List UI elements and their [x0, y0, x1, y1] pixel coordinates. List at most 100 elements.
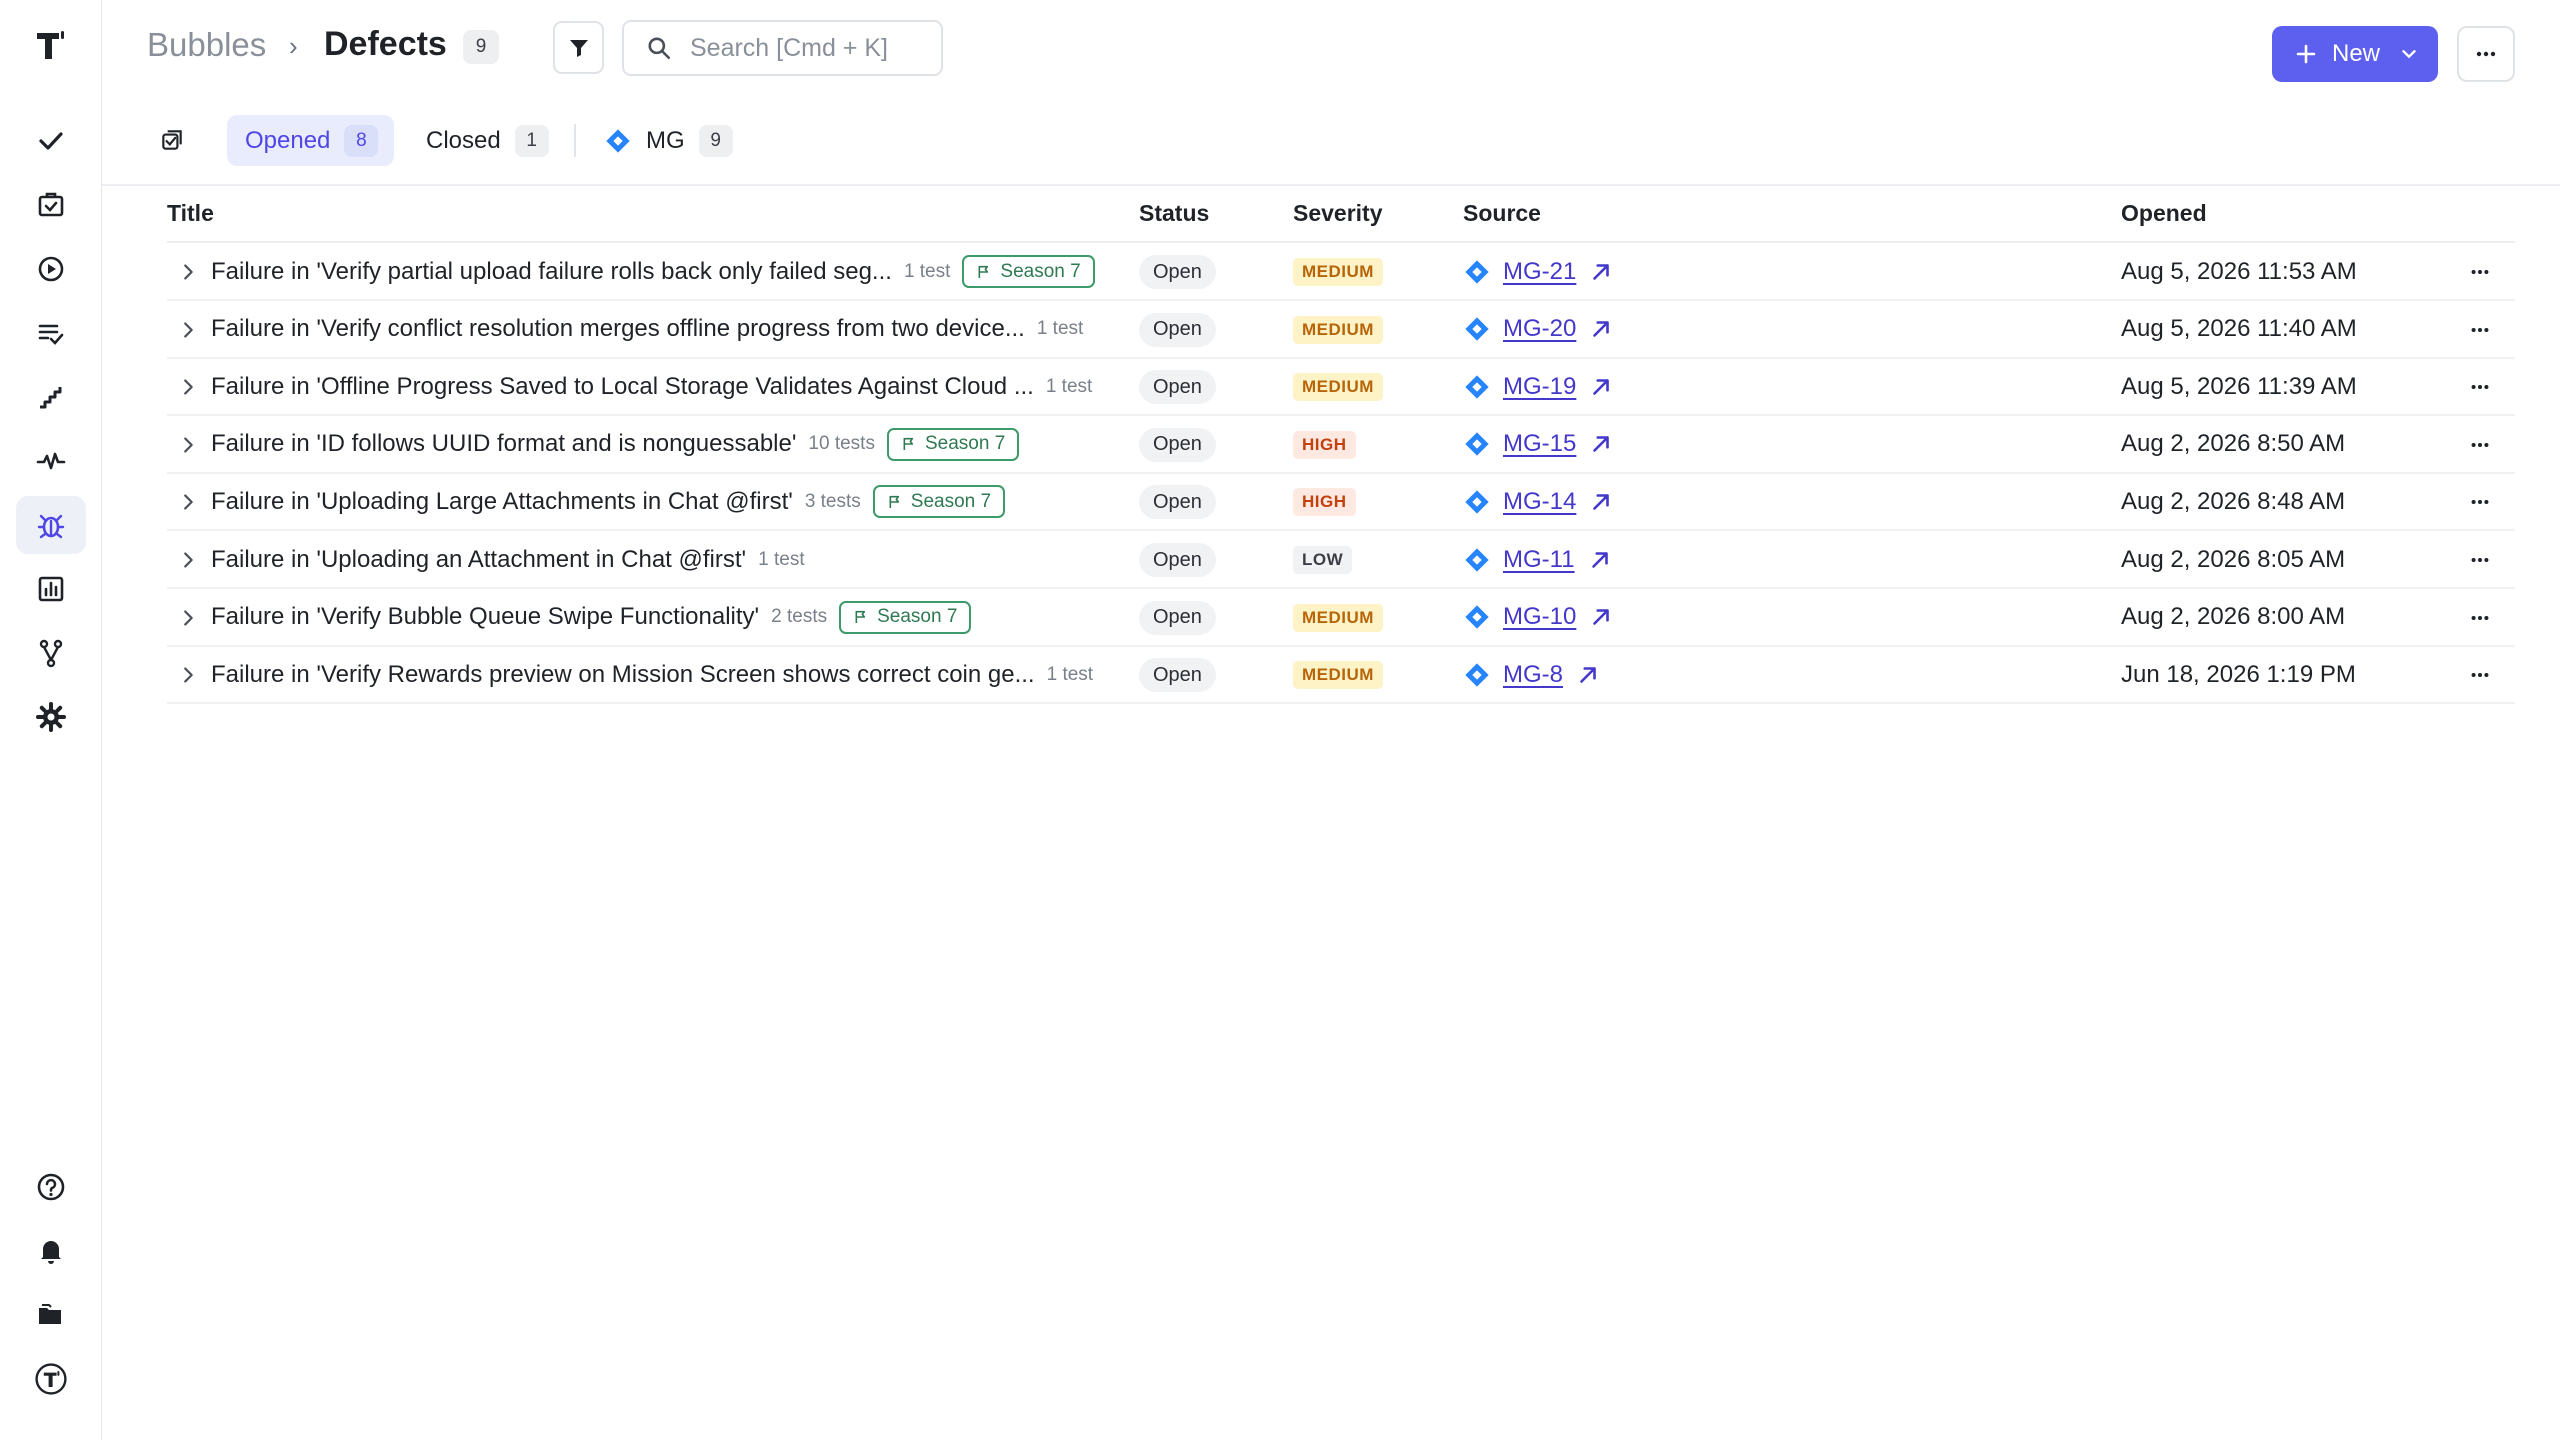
more-options-button[interactable]: [2457, 26, 2515, 82]
chevron-right-icon[interactable]: [177, 491, 199, 513]
source-issue-link[interactable]: MG-20: [1503, 315, 1576, 343]
sidebar-item-projects[interactable]: [16, 1286, 86, 1344]
defect-title[interactable]: Failure in 'Uploading an Attachment in C…: [211, 546, 746, 574]
test-count: 1 test: [1036, 318, 1084, 340]
column-header-source[interactable]: Source: [1463, 200, 1541, 227]
search-input[interactable]: [690, 33, 910, 63]
row-actions-button[interactable]: [2457, 659, 2503, 691]
external-link-arrow-icon[interactable]: [1588, 259, 1614, 285]
sidebar-item-analytics[interactable]: [16, 432, 86, 490]
row-actions-button[interactable]: [2457, 256, 2503, 288]
defect-title[interactable]: Failure in 'Offline Progress Saved to Lo…: [211, 373, 1034, 401]
external-link-arrow-icon[interactable]: [1588, 316, 1614, 342]
tab-opened[interactable]: Opened 8: [227, 115, 395, 166]
table-row[interactable]: Failure in 'Verify Rewards preview on Mi…: [167, 647, 2515, 705]
tab-label: Closed: [426, 126, 501, 154]
filter-button[interactable]: [553, 21, 604, 74]
table-row[interactable]: Failure in 'Verify Bubble Queue Swipe Fu…: [167, 590, 2515, 647]
defect-title[interactable]: Failure in 'Verify partial upload failur…: [211, 258, 892, 286]
sidebar-item-notifications[interactable]: [16, 1222, 86, 1280]
chevron-right-icon[interactable]: [177, 607, 199, 629]
sidebar-item-steps[interactable]: [16, 368, 86, 426]
defect-title[interactable]: Failure in 'Uploading Large Attachments …: [211, 488, 793, 516]
source-issue-link[interactable]: MG-15: [1503, 430, 1576, 458]
chevron-right-icon[interactable]: [177, 549, 199, 571]
season-tag[interactable]: Season 7: [872, 485, 1006, 519]
season-tag[interactable]: Season 7: [839, 600, 972, 634]
source-issue-link[interactable]: MG-19: [1503, 373, 1576, 401]
new-button[interactable]: New: [2272, 26, 2438, 82]
source-issue-link[interactable]: MG-10: [1503, 603, 1576, 631]
chevron-right-icon[interactable]: [177, 376, 199, 398]
sidebar-item-defects[interactable]: [16, 496, 86, 554]
status-badge: Open: [1139, 255, 1216, 289]
row-actions-button[interactable]: [2457, 486, 2503, 518]
search-box[interactable]: [622, 20, 943, 76]
bulk-select-button[interactable]: [156, 124, 188, 156]
severity-badge: LOW: [1293, 546, 1353, 574]
defect-title[interactable]: Failure in 'Verify Rewards preview on Mi…: [211, 661, 1035, 689]
chevron-right-icon[interactable]: [177, 319, 199, 341]
table-row[interactable]: Failure in 'Uploading an Attachment in C…: [167, 532, 2515, 589]
external-link-arrow-icon[interactable]: [1588, 604, 1614, 630]
sidebar-item-suites[interactable]: [16, 176, 86, 234]
defect-title[interactable]: Failure in 'Verify conflict resolution m…: [211, 315, 1025, 343]
app-logo[interactable]: [26, 20, 76, 70]
row-actions-button[interactable]: [2457, 429, 2503, 461]
row-actions-button[interactable]: [2457, 371, 2503, 403]
row-actions-button[interactable]: [2457, 544, 2503, 576]
table-row[interactable]: Failure in 'Offline Progress Saved to Lo…: [167, 359, 2515, 417]
season-tag[interactable]: Season 7: [886, 427, 1020, 461]
row-title-cell[interactable]: Failure in 'Uploading an Attachment in C…: [211, 532, 805, 587]
row-title-cell[interactable]: Failure in 'Verify Bubble Queue Swipe Fu…: [211, 590, 972, 645]
column-header-opened[interactable]: Opened: [2121, 200, 2207, 227]
sidebar-item-reports[interactable]: [16, 560, 86, 618]
sidebar-item-tests[interactable]: [16, 112, 86, 170]
source-issue-link[interactable]: MG-21: [1503, 258, 1576, 286]
sidebar-item-plans[interactable]: [16, 304, 86, 362]
row-title-cell[interactable]: Failure in 'Offline Progress Saved to Lo…: [211, 359, 1092, 414]
steps-icon: [40, 387, 62, 409]
breadcrumb-root[interactable]: Bubbles: [147, 26, 266, 64]
chevron-right-icon[interactable]: [177, 664, 199, 686]
row-title-cell[interactable]: Failure in 'ID follows UUID format and i…: [211, 417, 1020, 472]
sidebar-item-help[interactable]: [16, 1158, 86, 1216]
sidebar-item-runs[interactable]: [16, 240, 86, 298]
sidebar-item-account[interactable]: [16, 1350, 86, 1408]
sidebar-item-settings[interactable]: [16, 688, 86, 746]
row-title-cell[interactable]: Failure in 'Verify partial upload failur…: [211, 244, 1095, 299]
row-actions-button[interactable]: [2457, 602, 2503, 634]
column-header-severity[interactable]: Severity: [1293, 200, 1383, 227]
external-link-arrow-icon[interactable]: [1588, 374, 1614, 400]
table-row[interactable]: Failure in 'Verify conflict resolution m…: [167, 302, 2515, 359]
external-link-arrow-icon[interactable]: [1587, 547, 1613, 573]
column-header-title[interactable]: Title: [167, 200, 214, 227]
opened-date: Aug 5, 2026 11:53 AM: [2121, 257, 2357, 285]
tab-project-mg[interactable]: MG 9: [586, 115, 749, 166]
source-cell: MG-20: [1463, 302, 1614, 357]
tab-closed[interactable]: Closed 1: [408, 115, 565, 166]
source-issue-link[interactable]: MG-8: [1503, 661, 1563, 689]
row-title-cell[interactable]: Failure in 'Verify conflict resolution m…: [211, 302, 1083, 357]
season-tag[interactable]: Season 7: [962, 255, 1095, 288]
row-actions-button[interactable]: [2457, 314, 2503, 346]
folders-icon: [39, 1304, 61, 1324]
row-title-cell[interactable]: Failure in 'Uploading Large Attachments …: [211, 474, 1006, 529]
chevron-right-icon[interactable]: [177, 261, 199, 283]
logo-icon: [37, 31, 64, 59]
column-header-status[interactable]: Status: [1139, 200, 1209, 227]
external-link-arrow-icon[interactable]: [1588, 431, 1614, 457]
table-row[interactable]: Failure in 'ID follows UUID format and i…: [167, 417, 2515, 474]
external-link-arrow-icon[interactable]: [1588, 489, 1614, 515]
row-title-cell[interactable]: Failure in 'Verify Rewards preview on Mi…: [211, 647, 1093, 702]
table-row[interactable]: Failure in 'Uploading Large Attachments …: [167, 474, 2515, 532]
source-issue-link[interactable]: MG-14: [1503, 488, 1576, 516]
chevron-right-icon[interactable]: [177, 434, 199, 456]
external-link-arrow-icon[interactable]: [1575, 662, 1601, 688]
defect-title[interactable]: Failure in 'ID follows UUID format and i…: [211, 430, 796, 458]
table-row[interactable]: Failure in 'Verify partial upload failur…: [167, 244, 2515, 301]
sidebar-item-branches[interactable]: [16, 624, 86, 682]
source-issue-link[interactable]: MG-11: [1503, 546, 1575, 574]
table-header-divider: [167, 241, 2515, 243]
defect-title[interactable]: Failure in 'Verify Bubble Queue Swipe Fu…: [211, 603, 759, 631]
